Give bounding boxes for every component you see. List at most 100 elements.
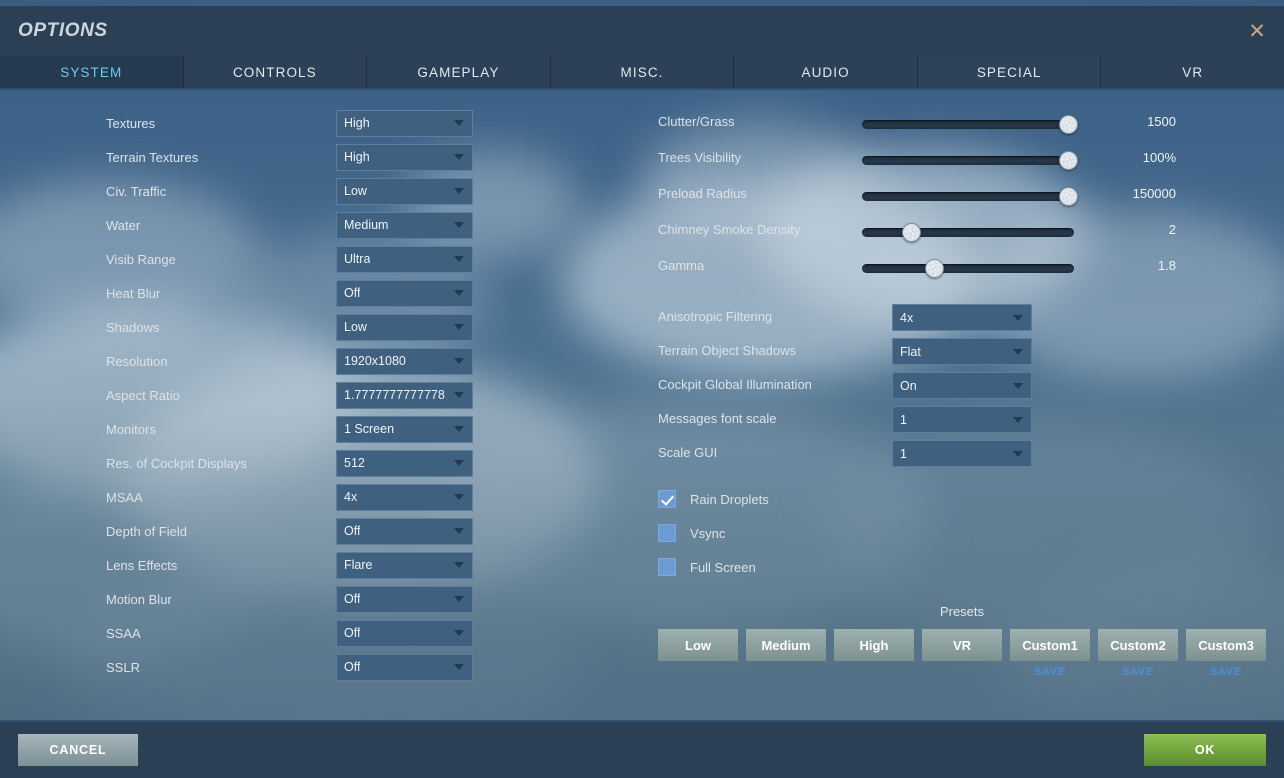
- footer-bar: CANCEL OK: [0, 720, 1284, 778]
- setting-label: Visib Range: [106, 251, 176, 267]
- chevron-down-icon: [454, 154, 464, 160]
- chevron-down-icon: [454, 630, 464, 636]
- slider-trees-visibility[interactable]: [862, 151, 1078, 170]
- preset-button-low[interactable]: Low: [658, 629, 738, 661]
- setting-label: Messages font scale: [658, 411, 777, 426]
- cancel-button[interactable]: CANCEL: [18, 734, 138, 766]
- chevron-down-icon: [454, 120, 464, 126]
- dropdown-scale-gui[interactable]: 1: [892, 440, 1032, 467]
- preset-button-custom1[interactable]: Custom1: [1010, 629, 1090, 661]
- checkbox-box[interactable]: [658, 524, 676, 542]
- dropdown-resolution[interactable]: 1920x1080: [336, 347, 473, 375]
- dropdown-value: Off: [344, 626, 361, 640]
- setting-row: Depth of Field Off: [0, 514, 640, 548]
- tab-gameplay[interactable]: GAMEPLAY: [367, 56, 551, 88]
- checkbox-label: Full Screen: [690, 559, 756, 575]
- close-icon[interactable]: ✕: [1240, 14, 1274, 48]
- dropdown-ssaa[interactable]: Off: [336, 619, 473, 647]
- slider-handle[interactable]: [925, 259, 945, 278]
- slider-gamma[interactable]: [862, 259, 1074, 278]
- dropdown-depth-of-field[interactable]: Off: [336, 517, 473, 545]
- dropdown-aspect-ratio[interactable]: 1.7777777777778: [336, 381, 473, 409]
- preset-button-custom3[interactable]: Custom3: [1186, 629, 1266, 661]
- dropdown-visib-range[interactable]: Ultra: [336, 245, 473, 273]
- setting-row: Terrain Object Shadows Flat: [640, 334, 1284, 368]
- preset-save-custom3[interactable]: SAVE: [1186, 666, 1266, 680]
- setting-row: Water Medium: [0, 208, 640, 242]
- preset-save-custom2[interactable]: SAVE: [1098, 666, 1178, 680]
- chevron-down-icon: [454, 460, 464, 466]
- dropdown-res-of-cockpit-displays[interactable]: 512: [336, 449, 473, 477]
- dropdown-civ-traffic[interactable]: Low: [336, 177, 473, 205]
- setting-row: Lens Effects Flare: [0, 548, 640, 582]
- dropdown-lens-effects[interactable]: Flare: [336, 551, 473, 579]
- dropdown-value: 4x: [344, 490, 358, 504]
- slider-handle[interactable]: [1058, 151, 1078, 170]
- dropdown-cockpit-global-illumination[interactable]: On: [892, 372, 1032, 399]
- dropdown-motion-blur[interactable]: Off: [336, 585, 473, 613]
- slider-label: Preload Radius: [658, 186, 747, 201]
- preset-button-medium[interactable]: Medium: [746, 629, 826, 661]
- setting-label: Aspect Ratio: [106, 387, 180, 403]
- preset-button-high[interactable]: High: [834, 629, 914, 661]
- dropdown-value: 4x: [900, 310, 914, 325]
- ok-button[interactable]: OK: [1144, 734, 1266, 766]
- dropdown-shadows[interactable]: Low: [336, 313, 473, 341]
- setting-label: Terrain Textures: [106, 149, 199, 165]
- checkbox-rain-droplets[interactable]: Rain Droplets: [640, 482, 1284, 516]
- dropdown-msaa[interactable]: 4x: [336, 483, 473, 511]
- slider-chimney-smoke-density[interactable]: [862, 223, 1074, 242]
- preset-save-row: SAVE SAVE SAVE: [640, 666, 1284, 680]
- dropdown-textures[interactable]: High: [336, 109, 473, 137]
- tab-vr[interactable]: VR: [1101, 56, 1284, 88]
- dropdown-heat-blur[interactable]: Off: [336, 279, 473, 307]
- dropdown-messages-font-scale[interactable]: 1: [892, 406, 1032, 433]
- slider-preload-radius[interactable]: [862, 187, 1078, 206]
- tab-misc[interactable]: MISC.: [550, 56, 735, 88]
- chevron-down-icon: [454, 222, 464, 228]
- slider-handle[interactable]: [1058, 187, 1078, 206]
- setting-label: Civ. Traffic: [106, 183, 167, 199]
- tab-controls[interactable]: CONTROLS: [183, 56, 368, 88]
- checkbox-box[interactable]: [658, 558, 676, 576]
- checkbox-label: Vsync: [690, 525, 726, 541]
- chevron-down-icon: [454, 358, 464, 364]
- setting-row: Resolution 1920x1080: [0, 344, 640, 378]
- chevron-down-icon: [454, 596, 464, 602]
- chevron-down-icon: [454, 256, 464, 262]
- dropdown-terrain-textures[interactable]: High: [336, 143, 473, 171]
- slider-handle[interactable]: [1058, 115, 1078, 134]
- preset-button-row: Low Medium High VR Custom1 Custom2 Custom3: [640, 629, 1284, 661]
- setting-label: Motion Blur: [106, 591, 172, 607]
- tab-system[interactable]: SYSTEM: [0, 56, 184, 88]
- dropdown-water[interactable]: Medium: [336, 211, 473, 239]
- setting-label: Heat Blur: [106, 285, 161, 301]
- setting-label: Res. of Cockpit Displays: [106, 455, 247, 471]
- slider-clutter-grass[interactable]: [862, 115, 1078, 134]
- setting-label: Scale GUI: [658, 445, 718, 460]
- dropdown-value: High: [344, 116, 370, 130]
- tab-special[interactable]: SPECIAL: [917, 56, 1102, 88]
- slider-value: 2: [1168, 222, 1176, 237]
- dropdown-anisotropic-filtering[interactable]: 4x: [892, 304, 1032, 331]
- chevron-down-icon: [454, 426, 464, 432]
- setting-label: MSAA: [106, 489, 143, 505]
- chevron-down-icon: [454, 324, 464, 330]
- chevron-down-icon: [1013, 450, 1023, 457]
- preset-save-placeholder: [922, 666, 1002, 680]
- checkbox-vsync[interactable]: Vsync: [640, 516, 1284, 550]
- dropdown-value: Off: [344, 660, 361, 674]
- dropdown-terrain-object-shadows[interactable]: Flat: [892, 338, 1032, 365]
- preset-button-vr[interactable]: VR: [922, 629, 1002, 661]
- dropdown-monitors[interactable]: 1 Screen: [336, 415, 473, 443]
- setting-row: Monitors 1 Screen: [0, 412, 640, 446]
- tab-audio[interactable]: AUDIO: [734, 56, 918, 88]
- checkbox-full-screen[interactable]: Full Screen: [640, 550, 1284, 584]
- preset-save-custom1[interactable]: SAVE: [1010, 666, 1090, 680]
- dropdown-value: Flat: [900, 344, 921, 359]
- checkmark-icon[interactable]: [658, 490, 676, 508]
- slider-handle[interactable]: [901, 223, 921, 242]
- preset-button-custom2[interactable]: Custom2: [1098, 629, 1178, 661]
- setting-row: Textures High: [0, 106, 640, 140]
- dropdown-sslr[interactable]: Off: [336, 653, 473, 681]
